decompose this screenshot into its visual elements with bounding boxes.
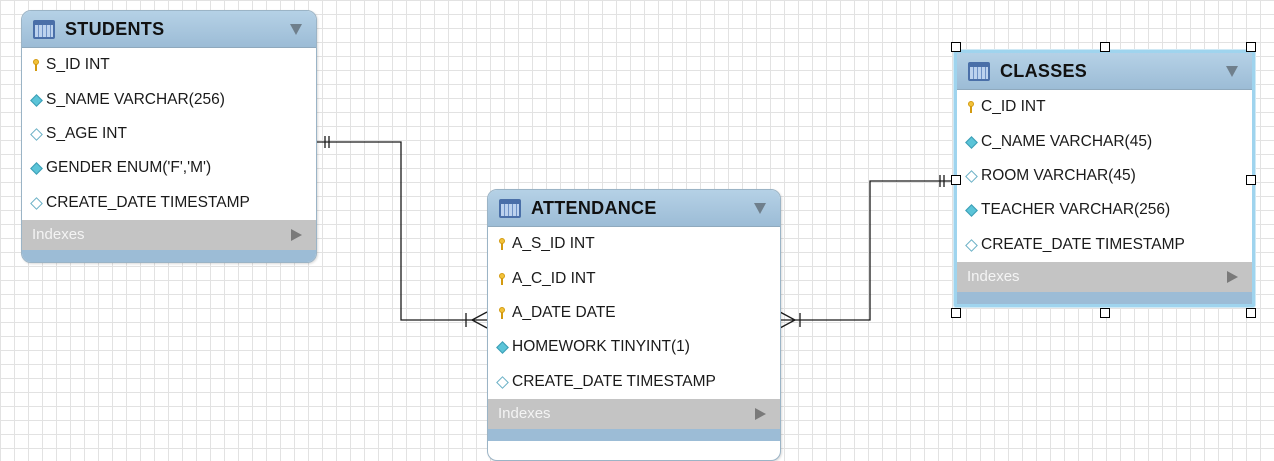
column-row[interactable]: C_NAME VARCHAR(45) [957,124,1252,158]
collapse-icon[interactable] [754,203,766,214]
column-row[interactable]: CREATE_DATE TIMESTAMP [22,186,316,220]
table-icon [968,61,990,81]
expand-arrow-icon[interactable] [755,407,766,420]
column-label: TEACHER VARCHAR(256) [981,201,1171,219]
relationship-students-attendance[interactable] [316,136,488,329]
indexes-row[interactable]: Indexes [22,219,316,250]
table-icon [33,19,55,39]
table-icon [499,198,521,218]
resize-handle-top-left[interactable] [951,42,961,52]
column-label: S_ID INT [46,56,110,74]
entity-title: STUDENTS [65,18,165,39]
column-row[interactable]: A_S_ID INT [488,227,780,261]
entity-header[interactable]: CLASSES [957,53,1252,90]
column-row[interactable]: A_C_ID INT [488,261,780,295]
column-label: A_C_ID INT [512,269,596,287]
entity-classes[interactable]: CLASSES C_ID INT C_NAME VARCHAR(45) ROOM… [954,50,1255,307]
primary-key-icon [496,306,508,319]
entity-footer [22,249,316,262]
column-label: GENDER ENUM('F','M') [46,159,212,177]
column-label: C_NAME VARCHAR(45) [981,132,1153,150]
expand-arrow-icon[interactable] [291,228,302,241]
collapse-icon[interactable] [290,24,302,35]
indexes-label: Indexes [967,268,1020,286]
entity-title: CLASSES [1000,60,1088,81]
primary-key-icon [496,238,508,251]
resize-handle-bottom-center[interactable] [1100,308,1110,318]
column-label: CREATE_DATE TIMESTAMP [512,372,716,390]
column-label: A_DATE DATE [512,303,616,321]
column-label: C_ID INT [981,98,1046,116]
filled-diamond-icon [496,341,508,353]
column-label: CREATE_DATE TIMESTAMP [981,235,1185,253]
entity-title: ATTENDANCE [531,197,657,218]
column-label: CREATE_DATE TIMESTAMP [46,193,250,211]
empty-diamond-icon [965,170,977,182]
indexes-label: Indexes [498,405,551,423]
filled-diamond-icon [30,94,42,106]
primary-key-icon [965,101,977,114]
entity-header[interactable]: STUDENTS [22,11,316,48]
column-row[interactable]: CREATE_DATE TIMESTAMP [488,365,780,399]
filled-diamond-icon [30,162,42,174]
entity-students[interactable]: STUDENTS S_ID INT S_NAME VARCHAR(256) S_… [21,10,317,263]
indexes-row[interactable]: Indexes [957,261,1252,292]
column-row[interactable]: HOMEWORK TINYINT(1) [488,330,780,364]
empty-diamond-icon [965,239,977,251]
connector-line [780,180,954,321]
empty-diamond-icon [30,128,42,140]
column-row[interactable]: GENDER ENUM('F','M') [22,151,316,185]
column-row[interactable]: A_DATE DATE [488,296,780,330]
column-row[interactable]: TEACHER VARCHAR(256) [957,193,1252,227]
column-row[interactable]: S_ID INT [22,48,316,82]
column-row[interactable]: S_NAME VARCHAR(256) [22,82,316,116]
empty-diamond-icon [496,376,508,388]
column-row[interactable]: S_AGE INT [22,117,316,151]
entity-footer [488,428,780,441]
column-label: ROOM VARCHAR(45) [981,166,1136,184]
resize-handle-top-right[interactable] [1246,42,1256,52]
column-row[interactable]: ROOM VARCHAR(45) [957,159,1252,193]
column-label: A_S_ID INT [512,235,595,253]
primary-key-icon [496,272,508,285]
column-label: S_NAME VARCHAR(256) [46,90,225,108]
entity-attendance[interactable]: ATTENDANCE A_S_ID INT A_C_ID INT A_DATE … [487,189,781,461]
collapse-icon[interactable] [1226,66,1238,77]
resize-handle-middle-right[interactable] [1246,175,1256,185]
filled-diamond-icon [965,136,977,148]
filled-diamond-icon [965,204,977,216]
entity-footer [957,291,1252,304]
column-label: HOMEWORK TINYINT(1) [512,338,690,356]
primary-key-icon [30,59,42,72]
entity-header[interactable]: ATTENDANCE [488,190,780,227]
expand-arrow-icon[interactable] [1227,270,1238,283]
indexes-label: Indexes [32,226,85,244]
column-label: S_AGE INT [46,124,127,142]
resize-handle-middle-left[interactable] [951,175,961,185]
resize-handle-top-center[interactable] [1100,42,1110,52]
indexes-row[interactable]: Indexes [488,398,780,429]
resize-handle-bottom-left[interactable] [951,308,961,318]
connector-line [316,141,487,321]
empty-diamond-icon [30,197,42,209]
column-row[interactable]: CREATE_DATE TIMESTAMP [957,228,1252,262]
resize-handle-bottom-right[interactable] [1246,308,1256,318]
column-row[interactable]: C_ID INT [957,90,1252,124]
relationship-classes-attendance[interactable] [779,175,954,329]
